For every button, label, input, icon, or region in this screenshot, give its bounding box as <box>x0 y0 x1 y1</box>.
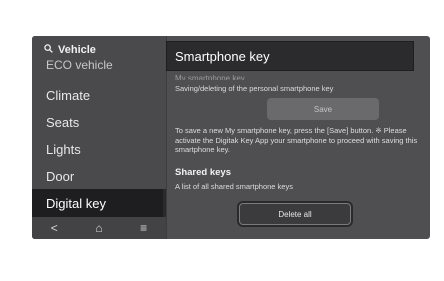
sidebar-item-label: Climate <box>46 87 91 103</box>
sidebar-item-climate[interactable]: Climate <box>32 81 166 109</box>
sidebar-item-label: Lights <box>46 141 81 157</box>
search-icon <box>44 44 53 56</box>
sidebar: Vehicle ECO vehicle Climate Seats Lights… <box>32 36 166 239</box>
sidebar-item-digital-key[interactable]: Digital key <box>32 189 166 217</box>
shared-keys-subtitle: A list of all shared smartphone keys <box>175 182 293 191</box>
sidebar-item-eco-vehicle[interactable]: ECO vehicle <box>32 58 166 72</box>
infotainment-screen: Vehicle ECO vehicle Climate Seats Lights… <box>32 36 430 239</box>
save-button[interactable]: Save <box>267 98 379 120</box>
sidebar-item-label: Digital key <box>46 195 106 211</box>
sidebar-item-label: Seats <box>46 114 80 130</box>
home-icon[interactable]: ⌂ <box>95 221 102 235</box>
sidebar-item-lights[interactable]: Lights <box>32 135 166 163</box>
search-label: Vehicle <box>58 44 96 56</box>
sidebar-item-door[interactable]: Door <box>32 162 166 190</box>
save-subtitle: Saving/deleting of the personal smartpho… <box>175 84 334 93</box>
save-description: To save a new My smartphone key, press t… <box>175 126 418 154</box>
page-title: Smartphone key <box>166 41 414 71</box>
sidebar-item-label: ECO vehicle <box>46 58 113 72</box>
bottom-nav-bar: < ⌂ ≡ <box>32 217 166 239</box>
search-vehicle[interactable]: Vehicle <box>44 42 96 58</box>
back-icon[interactable]: < <box>51 221 58 235</box>
page-title-text: Smartphone key <box>175 48 270 64</box>
sidebar-item-label: Door <box>46 168 75 184</box>
menu-icon[interactable]: ≡ <box>140 221 147 235</box>
shared-keys-title: Shared keys <box>175 167 231 178</box>
sidebar-item-seats[interactable]: Seats <box>32 108 166 136</box>
scrolled-section-title: My smartphone key <box>175 74 245 80</box>
delete-all-button[interactable]: Delete all <box>239 203 351 225</box>
